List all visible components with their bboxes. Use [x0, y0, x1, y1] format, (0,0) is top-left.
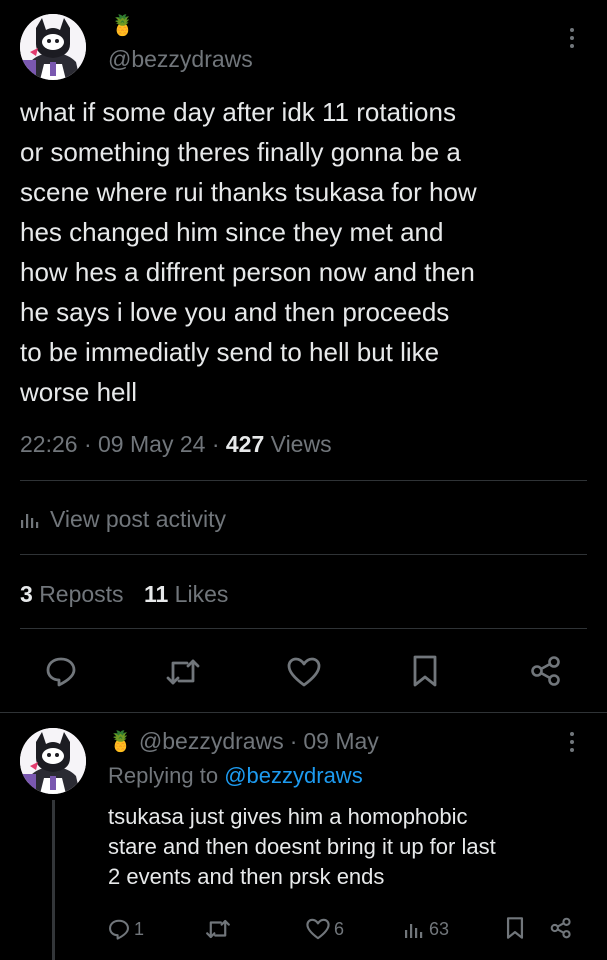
reply-count: 1 [134, 918, 145, 939]
engagement-stats: 3 Reposts 11 Likes [20, 578, 228, 610]
post-meta: 22:26 · 09 May 24 · 427 Views [20, 428, 332, 460]
reply-like-count: 6 [334, 918, 345, 939]
divider [0, 712, 607, 713]
view-activity-link[interactable]: View post activity [20, 504, 226, 534]
bookmark-icon[interactable] [412, 655, 438, 687]
reply-views-button[interactable]: 63 [404, 916, 449, 942]
analytics-icon [20, 510, 40, 528]
reposts-label: Reposts [39, 581, 124, 607]
likes-count: 11 [143, 581, 169, 607]
post-text: what if some day after idk 11 rotations … [20, 97, 477, 407]
reply-header: 🍍 @bezzydraws · 09 May [108, 726, 379, 756]
replying-to-label: Replying to [108, 763, 219, 788]
reply-bookmark-icon[interactable] [506, 916, 524, 940]
replying-to: Replying to @bezzydraws [108, 761, 363, 791]
analytics-icon [404, 919, 424, 939]
reply-separator: · [289, 727, 298, 754]
reposts-stat[interactable]: 3 Reposts [20, 581, 130, 607]
likes-stat[interactable]: 11 Likes [144, 581, 228, 607]
reply-author-avatar[interactable] [20, 728, 86, 794]
post-date: 09 May 24 [98, 431, 206, 457]
reply-like-button[interactable]: 6 [306, 916, 344, 942]
meta-separator: · [83, 431, 92, 457]
replying-to-handle[interactable]: @bezzydraws [224, 763, 363, 788]
share-icon[interactable] [530, 655, 562, 687]
more-options-icon[interactable] [568, 28, 576, 48]
reply-text: tsukasa just gives him a homophobic star… [108, 804, 496, 889]
reply-repost-icon[interactable] [205, 918, 231, 940]
views-label: Views [270, 431, 332, 457]
author-handle[interactable]: @bezzydraws [108, 44, 253, 74]
author-emoji-name: 🍍 [110, 15, 135, 37]
thread-line [52, 800, 55, 960]
reply-icon[interactable] [45, 655, 77, 687]
divider [20, 628, 587, 629]
meta-separator: · [211, 431, 220, 457]
reply-icon [108, 918, 130, 940]
reposts-count: 3 [20, 581, 33, 607]
reply-reply-button[interactable]: 1 [108, 916, 144, 942]
divider [20, 554, 587, 555]
like-icon[interactable] [287, 657, 321, 687]
author-avatar[interactable] [20, 14, 86, 80]
reply-more-options-icon[interactable] [568, 732, 576, 752]
reply-share-icon[interactable] [550, 917, 572, 939]
post-time: 22:26 [20, 431, 78, 457]
view-activity-label: View post activity [50, 505, 226, 532]
reply-view-count: 63 [429, 918, 450, 939]
like-icon [306, 918, 330, 940]
reply-author-emoji-name: 🍍 [108, 730, 133, 753]
repost-icon[interactable] [165, 657, 201, 687]
views-count: 427 [225, 431, 265, 457]
reply-author-handle[interactable]: @bezzydraws [139, 728, 284, 755]
divider [20, 480, 587, 481]
likes-label: Likes [174, 581, 229, 607]
reply-date: 09 May [303, 727, 379, 754]
